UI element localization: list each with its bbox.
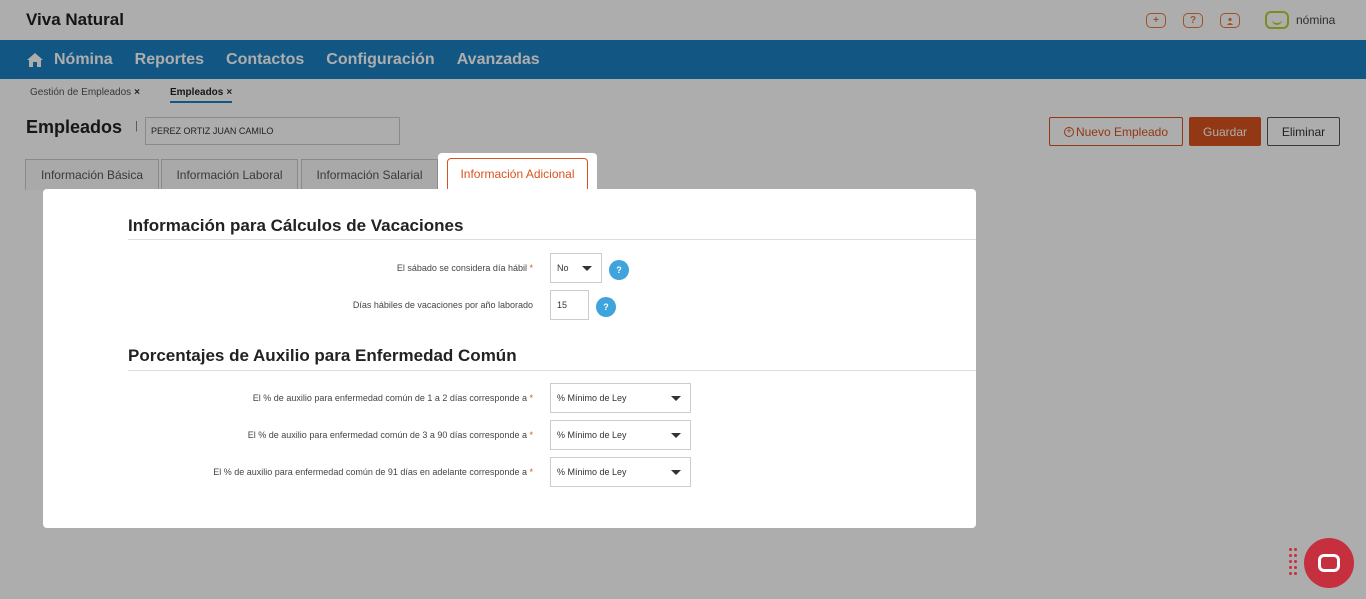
- section-divider: [128, 239, 976, 240]
- sickness-label-text: El % de auxilio para enfermedad común de…: [252, 393, 527, 403]
- required-mark: *: [529, 393, 533, 403]
- help-icon[interactable]: ?: [609, 260, 629, 280]
- sickness-value: % Mínimo de Ley: [557, 430, 627, 440]
- sickness-value: % Mínimo de Ley: [557, 467, 627, 477]
- chevron-down-icon: [582, 266, 592, 271]
- vacations-section-title: Información para Cálculos de Vacaciones: [128, 216, 464, 235]
- tab-active-label[interactable]: Información Adicional: [447, 158, 588, 190]
- required-mark: *: [529, 430, 533, 440]
- sickness-3-90-select[interactable]: % Mínimo de Ley: [550, 420, 691, 450]
- chat-drag-handle[interactable]: [1289, 548, 1297, 576]
- saturday-label-text: El sábado se considera día hábil: [396, 263, 527, 273]
- sickness-label-text: El % de auxilio para enfermedad común de…: [247, 430, 527, 440]
- chat-icon: [1318, 554, 1340, 572]
- chevron-down-icon: [671, 396, 681, 401]
- sickness-1-2-select[interactable]: % Mínimo de Ley: [550, 383, 691, 413]
- chevron-down-icon: [671, 433, 681, 438]
- chat-button[interactable]: [1304, 538, 1354, 588]
- vacation-days-label: Días hábiles de vacaciones por año labor…: [352, 300, 533, 310]
- saturday-label: El sábado se considera día hábil *: [397, 263, 533, 273]
- additional-info-panel: Información para Cálculos de Vacaciones …: [43, 189, 976, 528]
- vacation-days-field[interactable]: 15: [550, 290, 589, 320]
- sickness-value: % Mínimo de Ley: [557, 393, 627, 403]
- help-icon[interactable]: ?: [596, 297, 616, 317]
- required-mark: *: [529, 467, 533, 477]
- sickness-section-title: Porcentajes de Auxilio para Enfermedad C…: [128, 346, 517, 365]
- required-mark: *: [529, 263, 533, 273]
- saturday-value: No: [557, 263, 569, 273]
- sickness-row-label: El % de auxilio para enfermedad común de…: [248, 430, 533, 440]
- tab-informacion-adicional[interactable]: Información Adicional: [438, 153, 597, 191]
- sickness-row-label: El % de auxilio para enfermedad común de…: [213, 467, 533, 477]
- saturday-select[interactable]: No: [550, 253, 602, 283]
- sickness-row-label: El % de auxilio para enfermedad común de…: [253, 393, 533, 403]
- section-divider: [128, 370, 976, 371]
- sickness-label-text: El % de auxilio para enfermedad común de…: [213, 467, 527, 477]
- chevron-down-icon: [671, 470, 681, 475]
- sickness-91-plus-select[interactable]: % Mínimo de Ley: [550, 457, 691, 487]
